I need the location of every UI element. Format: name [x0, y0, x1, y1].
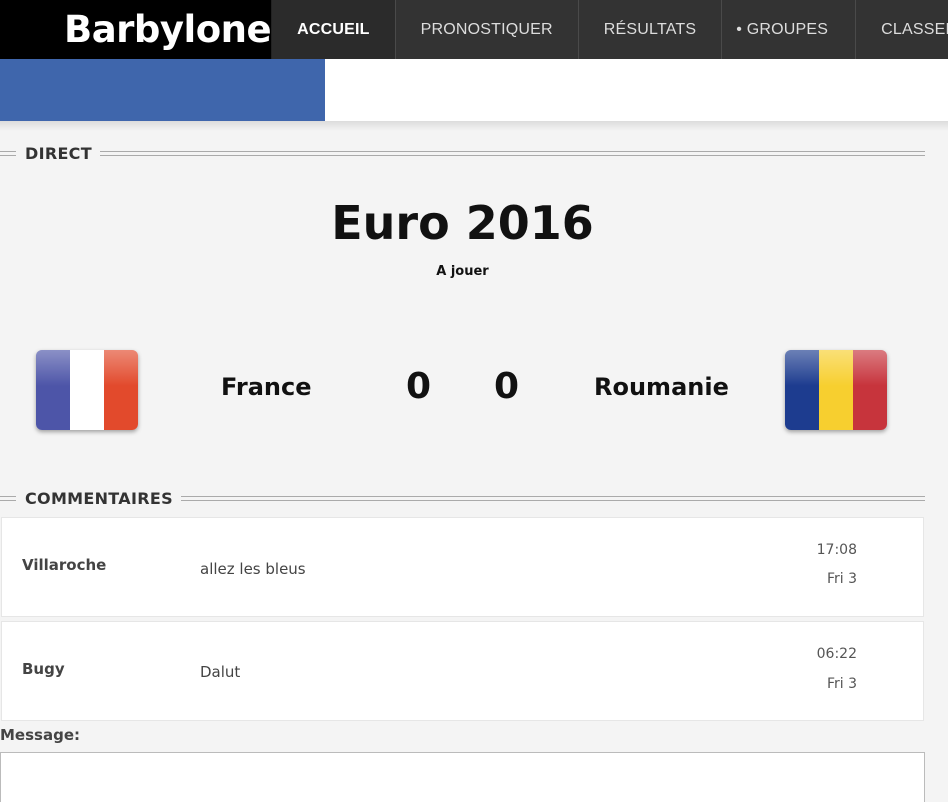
away-team-name: Roumanie: [594, 373, 729, 401]
nav-item-accueil[interactable]: ACCUEIL: [271, 0, 395, 59]
top-bar: Barbylone ACCUEIL PRONOSTIQUER RÉSULTATS…: [0, 0, 948, 59]
comment-item: Bugy Dalut 06:22 Fri 3: [1, 621, 924, 721]
comment-date: Fri 3: [826, 571, 857, 587]
match-status: A jouer: [436, 264, 489, 279]
nav-item-pronostiquer[interactable]: PRONOSTIQUER: [394, 0, 578, 59]
comment-time: 17:08: [816, 542, 857, 558]
heading-rule-left: [0, 150, 16, 156]
comment-item: Villaroche allez les bleus 17:08 Fri 3: [1, 517, 924, 617]
section-heading-direct: DIRECT: [0, 143, 925, 163]
site-logo[interactable]: Barbylone: [64, 8, 272, 51]
france-flag-icon: [36, 350, 138, 430]
nav-item-resultats[interactable]: RÉSULTATS: [577, 0, 721, 59]
comment-text: Dalut: [200, 663, 241, 681]
logo-container[interactable]: Barbylone: [0, 0, 272, 59]
nav-item-groupes[interactable]: • GROUPES: [721, 0, 855, 59]
comment-text: allez les bleus: [200, 560, 306, 578]
header-shadow: [0, 121, 948, 131]
home-team-name: France: [221, 373, 312, 401]
heading-rule-right: [180, 495, 925, 501]
header-white-band: [325, 59, 948, 121]
section-title-comments: COMMENTAIRES: [25, 488, 173, 508]
comment-author: Villaroche: [22, 556, 107, 574]
away-team-score: 0: [494, 366, 520, 407]
home-team-score: 0: [406, 366, 432, 407]
message-input[interactable]: [0, 752, 925, 802]
header-blue-band: [0, 59, 325, 121]
comment-time: 06:22: [816, 646, 857, 662]
nav-item-classement[interactable]: CLASSEMENT: [855, 0, 948, 59]
section-title-direct: DIRECT: [25, 143, 92, 163]
comment-author: Bugy: [22, 660, 65, 678]
section-heading-comments: COMMENTAIRES: [0, 488, 925, 508]
message-label: Message:: [0, 726, 80, 744]
main-nav: ACCUEIL PRONOSTIQUER RÉSULTATS • GROUPES…: [271, 0, 948, 59]
heading-rule-left: [0, 495, 16, 501]
romania-flag-icon: [785, 350, 887, 430]
heading-rule-right: [99, 150, 925, 156]
comment-date: Fri 3: [826, 676, 857, 692]
competition-title: Euro 2016: [331, 196, 594, 250]
